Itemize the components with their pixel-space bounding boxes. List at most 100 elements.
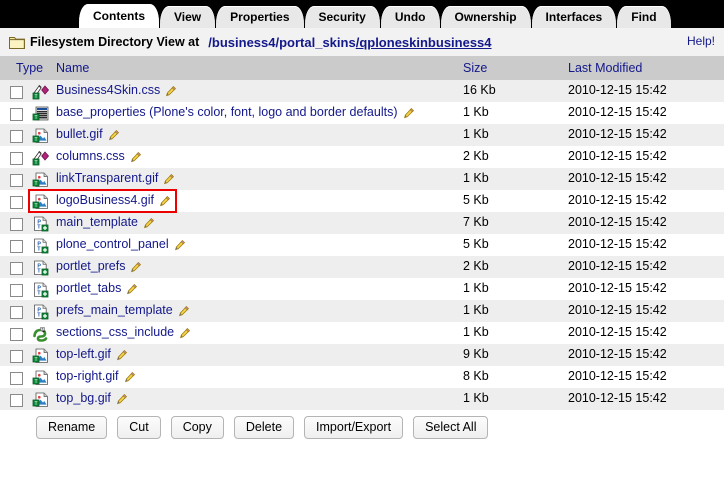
copy-button[interactable]: Copy [170, 416, 224, 439]
cut-button[interactable]: Cut [117, 416, 161, 439]
tab-interfaces[interactable]: Interfaces [531, 6, 617, 28]
file-link[interactable]: top_bg.gif [56, 391, 111, 405]
file-name-cell: base_properties (Plone's color, font, lo… [56, 102, 463, 124]
edit-pencil-icon[interactable] [162, 173, 175, 186]
tab-undo[interactable]: Undo [380, 6, 440, 28]
edit-pencil-icon[interactable] [129, 261, 142, 274]
file-link[interactable]: prefs_main_template [56, 303, 173, 317]
table-row: Ttop-right.gif 8 Kb 2010-12-15 15:42 [0, 366, 724, 388]
row-checkbox[interactable] [10, 86, 23, 100]
table-row: Tbase_properties (Plone's color, font, l… [0, 102, 724, 124]
help-link[interactable]: Help! [687, 34, 715, 48]
row-checkbox[interactable] [10, 372, 23, 386]
file-link[interactable]: plone_control_panel [56, 237, 169, 251]
edit-pencil-icon[interactable] [115, 393, 128, 406]
row-checkbox[interactable] [10, 152, 23, 166]
tab-contents[interactable]: Contents [79, 4, 159, 28]
row-select-cell [0, 168, 32, 190]
row-checkbox[interactable] [10, 108, 23, 122]
edit-pencil-icon[interactable] [115, 349, 128, 362]
row-select-cell [0, 102, 32, 124]
breadcrumb-segment-business4[interactable]: /business4 [208, 35, 275, 50]
tab-properties[interactable]: Properties [216, 6, 304, 28]
delete-button[interactable]: Delete [233, 416, 295, 439]
zmi-window: Contents View Properties Security Undo Owners… [0, 0, 724, 504]
column-header-name[interactable]: Name [56, 56, 463, 80]
file-link[interactable]: main_template [56, 215, 138, 229]
file-name-cell: top-right.gif [56, 366, 463, 388]
file-link[interactable]: top-left.gif [56, 347, 111, 361]
row-select-cell [0, 278, 32, 300]
page-template-icon: PT [32, 234, 56, 256]
rename-button[interactable]: Rename [36, 416, 108, 439]
table-row: P T portlet_tabs 1 Kb 2010-12-15 15:42 [0, 278, 724, 300]
breadcrumb-segment-qploneskinbusiness4[interactable]: /qploneskinbusiness4 [356, 35, 492, 50]
edit-pencil-icon[interactable] [173, 239, 186, 252]
edit-pencil-icon[interactable] [107, 129, 120, 142]
row-checkbox[interactable] [10, 130, 23, 144]
svg-text:T: T [34, 379, 37, 385]
file-modified-cell: 2010-12-15 15:42 [568, 215, 667, 229]
edit-pencil-icon[interactable] [164, 85, 177, 98]
column-header-type[interactable]: Type [0, 56, 56, 80]
column-header-size[interactable]: Size [463, 56, 568, 80]
image-file-icon: T [32, 348, 50, 364]
row-checkbox[interactable] [10, 262, 23, 276]
tab-view[interactable]: View [160, 6, 216, 28]
file-link[interactable]: linkTransparent.gif [56, 171, 158, 185]
svg-text:T: T [34, 115, 37, 121]
row-checkbox[interactable] [10, 174, 23, 188]
edit-pencil-icon[interactable] [125, 283, 138, 296]
tab-security[interactable]: Security [304, 6, 380, 28]
breadcrumb-segment-portal-skins[interactable]: /portal_skins [276, 35, 356, 50]
row-checkbox[interactable] [10, 306, 23, 320]
file-link[interactable]: portlet_prefs [56, 259, 125, 273]
file-size-cell: 1 Kb [463, 325, 489, 339]
file-link[interactable]: columns.css [56, 149, 125, 163]
row-checkbox[interactable] [10, 240, 23, 254]
row-select-cell [0, 234, 32, 256]
row-checkbox[interactable] [10, 350, 23, 364]
css-file-icon: T [32, 150, 50, 166]
image-file-icon: T [32, 128, 50, 144]
file-size-cell: 1 Kb [463, 303, 489, 317]
import-export-button[interactable]: Import/Export [304, 416, 404, 439]
row-checkbox[interactable] [10, 218, 23, 232]
file-size-cell: 2 Kb [463, 259, 489, 273]
file-link[interactable]: base_properties (Plone's color, font, lo… [56, 105, 398, 119]
file-link[interactable]: top-right.gif [56, 369, 119, 383]
file-link[interactable]: bullet.gif [56, 127, 103, 141]
row-select-cell [0, 124, 32, 146]
edit-pencil-icon[interactable] [123, 371, 136, 384]
row-select-cell [0, 256, 32, 278]
file-name-cell: prefs_main_template [56, 300, 463, 322]
row-checkbox[interactable] [10, 284, 23, 298]
edit-pencil-icon[interactable] [142, 217, 155, 230]
tab-ownership[interactable]: Ownership [440, 6, 531, 28]
svg-text:T: T [34, 94, 37, 100]
page-title: Filesystem Directory View at [30, 35, 200, 49]
edit-pencil-icon[interactable] [178, 327, 191, 340]
file-link[interactable]: Business4Skin.css [56, 83, 160, 97]
file-link[interactable]: logoBusiness4.gif [56, 193, 154, 207]
row-checkbox[interactable] [10, 196, 23, 210]
file-name-cell: sections_css_include [56, 322, 463, 344]
edit-pencil-icon[interactable] [158, 195, 171, 208]
file-modified-cell: 2010-12-15 15:42 [568, 347, 667, 361]
file-modified-cell: 2010-12-15 15:42 [568, 149, 667, 163]
edit-pencil-icon[interactable] [129, 151, 142, 164]
file-size-cell: 5 Kb [463, 193, 489, 207]
image-file-icon: T [32, 124, 56, 146]
edit-pencil-icon[interactable] [177, 305, 190, 318]
select-all-button[interactable]: Select All [413, 416, 489, 439]
edit-pencil-icon[interactable] [402, 107, 415, 120]
file-link[interactable]: portlet_tabs [56, 281, 121, 295]
row-checkbox[interactable] [10, 394, 23, 408]
image-file-icon: T [32, 388, 56, 410]
row-checkbox[interactable] [10, 328, 23, 342]
page-template-icon: PT [32, 256, 56, 278]
row-select-cell [0, 344, 32, 366]
tab-find[interactable]: Find [617, 6, 671, 28]
column-header-last-modified[interactable]: Last Modified [568, 56, 724, 80]
file-link[interactable]: sections_css_include [56, 325, 174, 339]
